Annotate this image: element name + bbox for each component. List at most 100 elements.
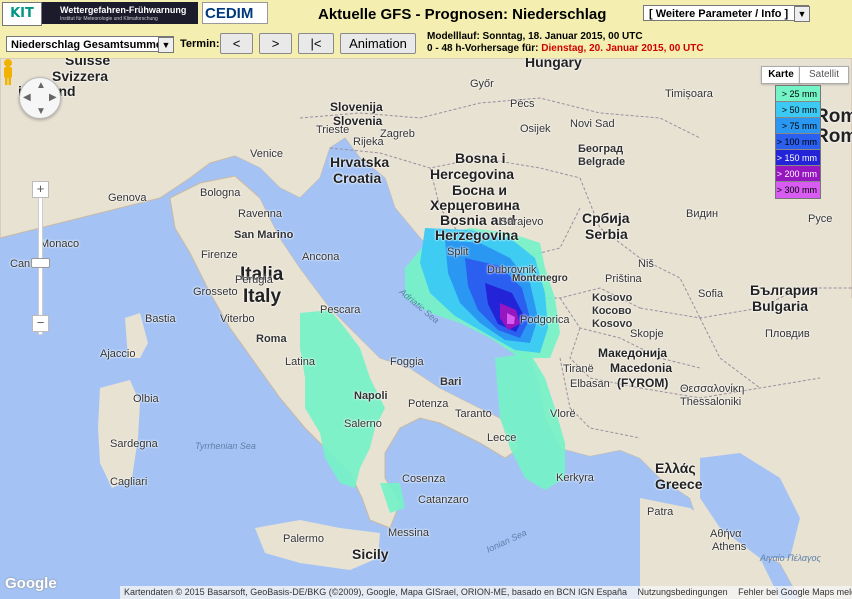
first-button[interactable]: |< xyxy=(298,33,334,54)
prev-button[interactable]: < xyxy=(220,33,253,54)
label-messina: Messina xyxy=(388,527,429,539)
legend-item: > 200 mm xyxy=(776,166,820,182)
label-hungary: Hungary xyxy=(525,58,582,70)
terms-link[interactable]: Nutzungsbedingungen xyxy=(638,587,728,597)
legend-item: > 50 mm xyxy=(776,102,820,118)
label-sardegna: Sardegna xyxy=(110,438,158,450)
label-italy: Italy xyxy=(243,286,282,307)
label-trieste: Trieste xyxy=(316,124,350,136)
label-sicily: Sicily xyxy=(352,546,389,562)
chevron-down-icon[interactable]: ▼ xyxy=(158,37,174,53)
maptype-karte-tab[interactable]: Karte xyxy=(761,66,801,84)
google-logo[interactable]: Google xyxy=(5,575,57,592)
legend-item: > 150 mm xyxy=(776,150,820,166)
label-sofia: Sofia xyxy=(698,288,724,300)
label-osijek: Osijek xyxy=(520,123,551,135)
label-aegean-sea: Αιγαίο Πέλαγος xyxy=(760,553,821,563)
label-cosenza: Cosenza xyxy=(402,473,446,485)
label-ajaccio: Ajaccio xyxy=(100,348,136,360)
attribution-text: Kartendaten © 2015 Basarsoft, GeoBasis-D… xyxy=(124,587,627,597)
label-hercegovina: Hercegovina xyxy=(430,166,515,182)
page-title: Aktuelle GFS - Prognosen: Niederschlag xyxy=(318,6,607,23)
label-pristina: Priština xyxy=(605,273,642,285)
label-olbia: Olbia xyxy=(133,393,159,405)
report-error-link[interactable]: Fehler bei Google Maps melden xyxy=(738,587,852,597)
label-bosna-cyr: Босна и xyxy=(452,182,507,198)
zoom-slider-thumb[interactable] xyxy=(31,258,50,268)
label-svizzera: Svizzera xyxy=(52,68,109,84)
label-salerno: Salerno xyxy=(344,418,382,430)
map-attribution: Kartendaten © 2015 Basarsoft, GeoBasis-D… xyxy=(120,586,852,599)
label-suisse: Suisse xyxy=(65,58,111,68)
animation-button[interactable]: Animation xyxy=(340,33,416,54)
label-latina: Latina xyxy=(285,356,315,368)
label-cagliari: Cagliari xyxy=(110,476,148,488)
label-taranto: Taranto xyxy=(455,408,492,420)
model-run: Modelllauf: Sonntag, 18. Januar 2015, 00… xyxy=(427,31,643,42)
label-firenze: Firenze xyxy=(201,249,238,261)
label-gyor: Győr xyxy=(470,78,494,90)
parameter-select[interactable]: [ Weitere Parameter / Info ] xyxy=(643,5,809,21)
label-palermo: Palermo xyxy=(283,533,324,545)
label-makedonija: Македонија xyxy=(598,346,668,360)
label-kosovo-3: Kosovo xyxy=(592,318,633,330)
label-serbia: Serbia xyxy=(585,226,628,242)
label-venice: Venice xyxy=(250,148,284,160)
label-grosseto: Grosseto xyxy=(193,286,238,298)
label-napoli: Napoli xyxy=(354,390,388,402)
label-bosna: Bosna i xyxy=(455,150,506,166)
label-san-marino: San Marino xyxy=(234,229,294,241)
label-rijeka: Rijeka xyxy=(353,136,384,148)
pan-down-icon[interactable]: ▼ xyxy=(36,106,46,117)
next-button[interactable]: > xyxy=(259,33,292,54)
label-thessaloniki-en: Thessaloniki xyxy=(680,396,742,408)
label-plovdiv: Пловдив xyxy=(765,328,810,340)
label-fyrom: (FYROM) xyxy=(617,376,669,390)
label-ruse: Русе xyxy=(808,213,833,225)
label-montenegro-2: negro xyxy=(540,273,568,284)
label-novi-sad: Novi Sad xyxy=(570,118,615,130)
maptype-satellit-tab[interactable]: Satellit xyxy=(799,66,849,84)
label-split: Split xyxy=(447,246,469,258)
label-monaco: Monaco xyxy=(40,238,80,250)
pan-up-icon[interactable]: ▲ xyxy=(36,80,46,91)
zoom-in-button[interactable]: + xyxy=(32,181,49,198)
label-hercegovina-cyr: Херцеговина xyxy=(430,197,520,213)
model-info: Modelllauf: Sonntag, 18. Januar 2015, 00… xyxy=(427,31,704,55)
pan-right-icon[interactable]: ▶ xyxy=(49,92,57,103)
forecast-prefix: 0 - 48 h-Vorhersage für: xyxy=(427,43,542,54)
label-timisoara: Timișoara xyxy=(665,88,713,100)
label-bari: Bari xyxy=(440,376,462,388)
label-podgorica: Podgorica xyxy=(520,314,570,326)
variable-select[interactable]: Niederschlag Gesamtsumme xyxy=(6,36,174,52)
map[interactable]: Hungary Suisse Svizzera itzerland Sloven… xyxy=(0,58,852,599)
label-vidin: Видин xyxy=(686,208,719,220)
label-hrvatska: Hrvatska xyxy=(330,154,390,170)
label-macedonia: Macedonia xyxy=(610,361,673,375)
zoom-out-button[interactable]: − xyxy=(32,315,49,332)
chevron-down-icon[interactable]: ▼ xyxy=(794,6,810,22)
precipitation-legend: > 25 mm > 50 mm > 75 mm > 100 mm > 150 m… xyxy=(775,85,821,199)
banner-subtitle: Institut für Meteorologie und Klimaforsc… xyxy=(60,16,158,22)
label-athens: Athens xyxy=(712,541,747,553)
label-bastia: Bastia xyxy=(145,313,176,325)
label-potenza: Potenza xyxy=(408,398,449,410)
label-patra: Patra xyxy=(647,506,674,518)
label-ancona: Ancona xyxy=(302,251,340,263)
kit-logo[interactable]: KIT xyxy=(2,2,42,26)
banner-logo[interactable]: Wettergefahren-Frühwarnung Institut für … xyxy=(42,2,198,24)
label-pescara: Pescara xyxy=(320,304,361,316)
forecast-date: Dienstag, 20. Januar 2015, 00 UTC xyxy=(541,43,704,54)
termin-label: Termin: xyxy=(180,38,220,50)
label-pecs: Pécs xyxy=(510,98,535,110)
label-nis: Niš xyxy=(638,258,654,270)
street-view-pegman-icon[interactable] xyxy=(0,58,16,86)
pan-left-icon[interactable]: ◀ xyxy=(23,92,31,103)
label-elbasan: Elbasan xyxy=(570,378,610,390)
label-bologna: Bologna xyxy=(200,187,241,199)
label-ellas: Ελλάς xyxy=(655,460,696,476)
cedim-logo[interactable]: CEDIM xyxy=(202,2,268,24)
label-dubrovnik: Dubrovnik xyxy=(487,264,537,276)
pan-control[interactable]: ▲ ▼ ◀ ▶ xyxy=(19,77,61,119)
label-perugia: Perugia xyxy=(235,274,273,286)
